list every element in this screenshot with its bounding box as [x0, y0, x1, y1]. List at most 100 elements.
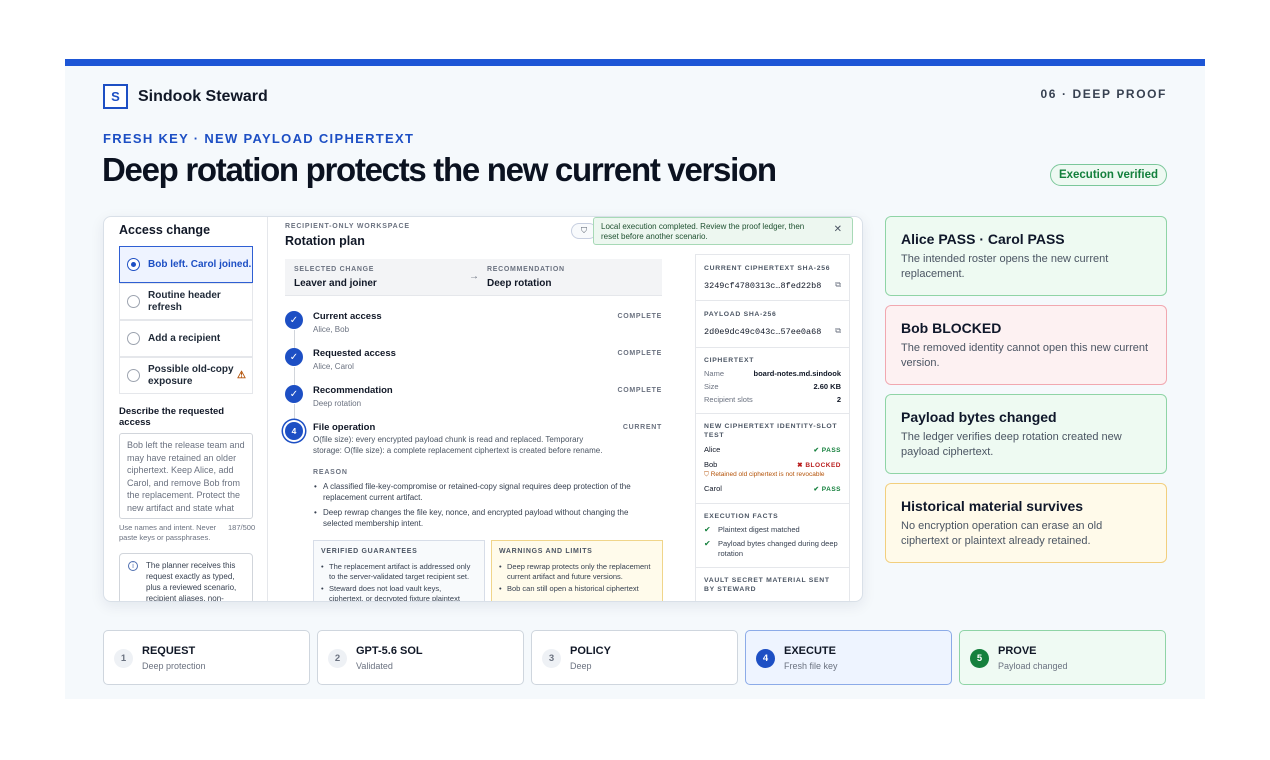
- headline: Deep rotation protects the new current v…: [102, 151, 777, 188]
- pipeline-step-execute[interactable]: 4 EXECUTE Fresh file key: [745, 630, 952, 685]
- selected-change-bar: SELECTED CHANGE Leaver and joiner → RECO…: [285, 259, 662, 296]
- bob-note-text: Retained old ciphertext is not revocable: [710, 471, 825, 478]
- access-panel: Access change Bob left. Carol joined. Ro…: [104, 217, 268, 601]
- describe-textarea[interactable]: Bob left the release team and may have r…: [119, 433, 253, 519]
- step-title: REQUEST: [142, 645, 196, 657]
- payload-sha-section: PAYLOAD SHA-256 2d0e9dc49c043c…57ee0a68 …: [696, 301, 849, 348]
- recommendation-value: Deep rotation: [487, 278, 552, 289]
- pipeline-step-prove[interactable]: 5 PROVE Payload changed: [959, 630, 1166, 685]
- warnings-limits-box: WARNINGS AND LIMITS Deep rewrap protects…: [491, 540, 663, 601]
- selected-change-value: Leaver and joiner: [294, 278, 377, 289]
- ciphertext-row: Recipient slots 2: [704, 395, 841, 404]
- step-sub: Alice, Bob: [313, 325, 350, 334]
- option-add-recipient[interactable]: Add a recipient: [119, 320, 253, 357]
- check-icon: ✓: [285, 348, 303, 366]
- step-status: COMPLETE: [617, 350, 662, 357]
- step-connector: [293, 330, 295, 348]
- slot-name: Alice: [704, 445, 721, 454]
- card-title: Payload bytes changed: [901, 409, 1057, 425]
- verified-guarantees-box: VERIFIED GUARANTEES The replacement arti…: [313, 540, 485, 601]
- step-file-operation: 4 File operation O(file size): every enc…: [285, 422, 662, 462]
- step-number: 4: [756, 649, 775, 668]
- check-circle-icon: ✔: [813, 485, 822, 493]
- warnings-list: Deep rewrap protects only the replacemen…: [499, 562, 655, 594]
- ciphertext-row: Size 2.60 KB: [704, 382, 841, 391]
- ciphertext-row: Name board-notes.md.sindook: [704, 369, 841, 378]
- slide-number: 06 · DEEP PROOF: [1040, 87, 1167, 101]
- step-title: PROVE: [998, 645, 1037, 657]
- proof-ledger: CURRENT CIPHERTEXT SHA-256 3249cf4780313…: [695, 254, 850, 601]
- step-title: Current access: [313, 311, 382, 322]
- pipeline-step-request[interactable]: 1 REQUEST Deep protection: [103, 630, 310, 685]
- describe-label: Describe the requested access: [119, 406, 225, 428]
- step-description: O(file size): every encrypted payload ch…: [313, 435, 603, 455]
- bob-note: ⛉ Retained old ciphertext is not revocab…: [704, 471, 841, 479]
- step-title: EXECUTE: [784, 645, 836, 657]
- step-sub: Deep protection: [142, 661, 206, 671]
- payload-sha-value: 2d0e9dc49c043c…57ee0a68: [704, 327, 822, 337]
- ciphertext-sha-row: 3249cf4780313c…8fed22b8 ⧉: [704, 281, 841, 291]
- ciphertext-label: CIPHERTEXT: [704, 357, 755, 364]
- option-old-copy-exposure[interactable]: Possible old-copy exposure ⚠: [119, 357, 253, 394]
- vault-label: VAULT SECRET MATERIAL SENT BY STEWARD: [704, 577, 830, 593]
- rotation-plan-panel: RECIPIENT-ONLY WORKSPACE Rotation plan ⛉…: [269, 217, 694, 601]
- slot-result: PASS: [821, 446, 841, 454]
- option-label: Add a recipient: [148, 332, 221, 344]
- brand-logo: S Sindook Steward: [103, 84, 268, 109]
- result-card-pass: Alice PASS · Carol PASS The intended ros…: [885, 216, 1167, 296]
- option-label: Routine header refresh: [148, 289, 221, 313]
- step-title: Recommendation: [313, 385, 393, 396]
- step-title: GPT-5.6 SOL: [356, 645, 423, 657]
- radio-icon: [127, 295, 140, 308]
- radio-icon: [127, 332, 140, 345]
- slot-result: PASS: [821, 485, 841, 493]
- row-key: Recipient slots: [704, 395, 753, 404]
- recommendation-label: RECOMMENDATION: [487, 266, 565, 273]
- pass-badge: ✔ PASS: [814, 485, 841, 493]
- step-sub: Alice, Carol: [313, 362, 354, 371]
- step-sub: Payload changed: [998, 661, 1068, 671]
- step-number: 5: [970, 649, 989, 668]
- close-icon[interactable]: ✕: [834, 225, 842, 235]
- accent-bar: [65, 59, 1205, 66]
- pipeline-step-policy[interactable]: 3 POLICY Deep: [531, 630, 738, 685]
- step-requested-access: ✓ Requested access Alice, Carol COMPLETE: [285, 348, 662, 385]
- card-desc: The ledger verifies deep rotation create…: [901, 431, 1122, 458]
- option-leaver-joiner[interactable]: Bob left. Carol joined.: [119, 246, 253, 283]
- radio-icon: [127, 258, 140, 271]
- option-label: Bob left. Carol joined.: [148, 258, 252, 270]
- execution-toast: Local execution completed. Review the pr…: [593, 217, 853, 245]
- step-sub: Deep: [570, 661, 592, 671]
- check-circle-icon: ✔: [813, 446, 822, 454]
- copy-icon[interactable]: ⧉: [835, 281, 841, 291]
- plan-kicker: RECIPIENT-ONLY WORKSPACE: [285, 223, 410, 230]
- radio-icon: [127, 369, 140, 382]
- eyebrow: FRESH KEY · NEW PAYLOAD CIPHERTEXT: [103, 131, 415, 146]
- card-title: Historical material survives: [901, 498, 1084, 514]
- guarantees-list: The replacement artifact is addressed on…: [321, 562, 477, 601]
- step-connector: [293, 367, 295, 385]
- step-connector: [293, 404, 295, 422]
- pipeline-step-model[interactable]: 2 GPT-5.6 SOL Validated: [317, 630, 524, 685]
- option-header-refresh[interactable]: Routine header refresh: [119, 283, 253, 320]
- step-number: 1: [114, 649, 133, 668]
- warning-item: Deep rewrap protects only the replacemen…: [499, 562, 655, 582]
- copy-icon[interactable]: ⧉: [835, 327, 841, 337]
- vault-section: VAULT SECRET MATERIAL SENT BY STEWARD: [696, 568, 849, 601]
- guarantees-label: VERIFIED GUARANTEES: [321, 548, 418, 555]
- slot-row-bob: Bob ✖ BLOCKED: [704, 459, 841, 470]
- check-icon: ✓: [285, 311, 303, 329]
- card-desc: No encryption operation can erase an old…: [901, 520, 1103, 547]
- step-number-badge: 4: [285, 422, 303, 440]
- reason-item: Deep rewrap changes the file key, nonce,…: [313, 507, 658, 529]
- check-icon: ✓: [285, 385, 303, 403]
- step-current-access: ✓ Current access Alice, Bob COMPLETE: [285, 311, 662, 348]
- payload-sha-label: PAYLOAD SHA-256: [704, 311, 777, 318]
- row-value: 2.60 KB: [813, 382, 841, 391]
- step-recommendation: ✓ Recommendation Deep rotation COMPLETE: [285, 385, 662, 422]
- warning-icon: ⚠: [237, 370, 246, 381]
- card-desc: The intended roster opens the new curren…: [901, 253, 1109, 280]
- planner-info: i The planner receives this request exac…: [119, 553, 253, 601]
- fact-item: Payload bytes changed during deep rotati…: [704, 539, 841, 559]
- slide: S Sindook Steward 06 · DEEP PROOF FRESH …: [65, 59, 1205, 699]
